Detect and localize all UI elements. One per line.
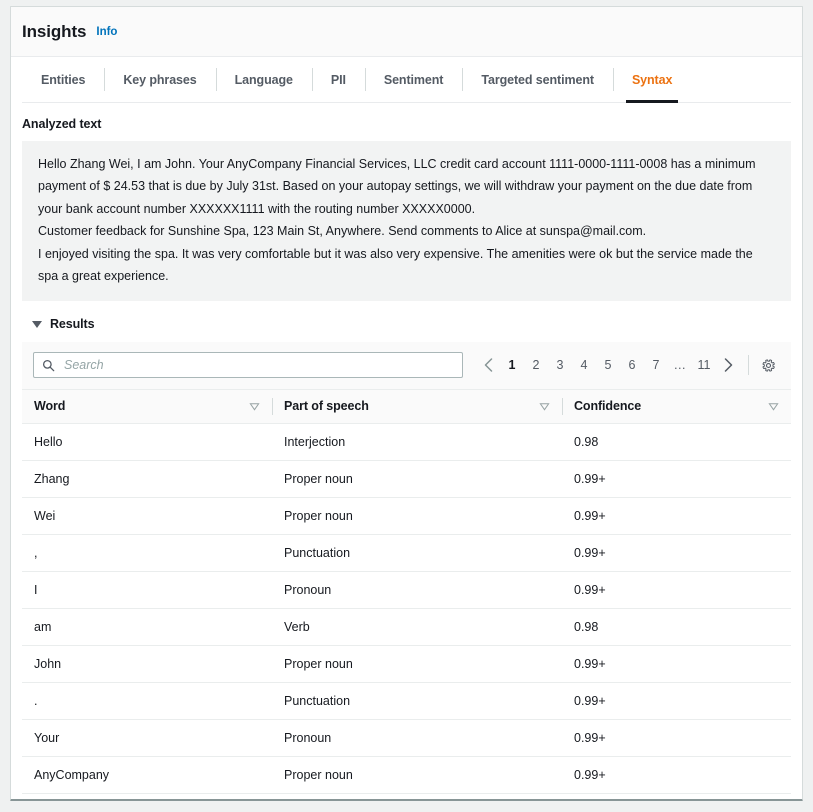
sort-descending-icon [539,401,550,412]
column-header-part-of-speech[interactable]: Part of speech [272,390,562,424]
tab-list: Entities Key phrases Language PII Sentim… [22,57,791,102]
panel-body: Analyzed text Hello Zhang Wei, I am John… [11,103,802,801]
pagination-page-11[interactable]: 11 [692,353,716,377]
column-header-confidence[interactable]: Confidence [562,390,791,424]
cell-part-of-speech: Pronoun [272,572,562,609]
table-header-row: Word Part of speech [22,390,791,424]
page-title: Insights [22,22,86,42]
cell-word: Wei [22,498,272,535]
table-toolbar: 1 2 3 4 5 6 7 … 11 [22,342,791,389]
cell-word: Zhang [22,461,272,498]
analyzed-text-paragraph: Hello Zhang Wei, I am John. Your AnyComp… [38,153,775,220]
table-row[interactable]: Zhang Proper noun 0.99+ [22,461,791,498]
tab-entities[interactable]: Entities [22,57,104,102]
pagination: 1 2 3 4 5 6 7 … 11 [476,353,780,377]
cell-part-of-speech: Punctuation [272,683,562,720]
syntax-results-table: Word Part of speech [22,389,791,794]
table-row[interactable]: , Punctuation 0.99+ [22,535,791,572]
analyzed-text-paragraph: Customer feedback for Sunshine Spa, 123 … [38,220,775,242]
analyzed-text-label: Analyzed text [22,117,791,131]
cell-word: I [22,572,272,609]
cell-confidence: 0.99+ [562,535,791,572]
table-row[interactable]: Wei Proper noun 0.99+ [22,498,791,535]
table-row[interactable]: am Verb 0.98 [22,609,791,646]
info-link[interactable]: Info [96,26,117,38]
pagination-ellipsis: … [668,353,692,377]
table-row[interactable]: John Proper noun 0.99+ [22,646,791,683]
cell-part-of-speech: Verb [272,609,562,646]
results-toggle[interactable]: Results [22,314,791,334]
cell-confidence: 0.99+ [562,683,791,720]
column-header-word-label: Word [34,399,65,413]
column-header-part-of-speech-label: Part of speech [284,399,369,413]
gear-icon [761,358,776,373]
analyzed-text-paragraph: I enjoyed visiting the spa. It was very … [38,243,775,288]
cell-confidence: 0.99+ [562,572,791,609]
sort-descending-icon [768,401,779,412]
cell-confidence: 0.99+ [562,646,791,683]
cell-confidence: 0.99+ [562,461,791,498]
cell-confidence: 0.99+ [562,498,791,535]
tab-syntax[interactable]: Syntax [613,57,691,102]
search-input[interactable] [62,357,454,373]
pagination-page-2[interactable]: 2 [524,353,548,377]
cell-confidence: 0.98 [562,609,791,646]
cell-word: Hello [22,424,272,461]
cell-word: Your [22,720,272,757]
tab-language[interactable]: Language [216,57,312,102]
cell-word: . [22,683,272,720]
chevron-left-icon [484,358,493,372]
cell-confidence: 0.99+ [562,720,791,757]
table-row[interactable]: Hello Interjection 0.98 [22,424,791,461]
tab-key-phrases[interactable]: Key phrases [104,57,215,102]
table-row[interactable]: AnyCompany Proper noun 0.99+ [22,757,791,794]
cell-word: AnyCompany [22,757,272,794]
cell-part-of-speech: Proper noun [272,646,562,683]
pagination-page-6[interactable]: 6 [620,353,644,377]
tab-sentiment[interactable]: Sentiment [365,57,463,102]
search-box[interactable] [33,352,463,378]
sort-descending-icon [249,401,260,412]
page-root: Insights Info Entities Key phrases Langu… [0,0,813,812]
insights-panel: Insights Info Entities Key phrases Langu… [10,6,803,801]
column-header-word[interactable]: Word [22,390,272,424]
table-row[interactable]: I Pronoun 0.99+ [22,572,791,609]
table-preferences-button[interactable] [756,353,780,377]
chevron-right-icon [724,358,733,372]
cell-confidence: 0.98 [562,424,791,461]
search-icon [42,359,55,372]
panel-header: Insights Info [11,7,802,57]
cell-word: John [22,646,272,683]
table-row[interactable]: . Punctuation 0.99+ [22,683,791,720]
cell-part-of-speech: Punctuation [272,535,562,572]
results-table-card: 1 2 3 4 5 6 7 … 11 [22,342,791,794]
cell-part-of-speech: Proper noun [272,757,562,794]
tab-targeted-sentiment[interactable]: Targeted sentiment [462,57,613,102]
cell-part-of-speech: Pronoun [272,720,562,757]
cell-part-of-speech: Proper noun [272,498,562,535]
pagination-prev-button[interactable] [476,353,500,377]
toolbar-divider [748,355,749,375]
cell-confidence: 0.99+ [562,757,791,794]
tabs-container: Entities Key phrases Language PII Sentim… [11,57,802,103]
results-title: Results [50,317,94,331]
table-head: Word Part of speech [22,390,791,424]
pagination-next-button[interactable] [716,353,740,377]
pagination-page-7[interactable]: 7 [644,353,668,377]
cell-word: , [22,535,272,572]
table-row[interactable]: Your Pronoun 0.99+ [22,720,791,757]
table-body: Hello Interjection 0.98 Zhang Proper nou… [22,424,791,794]
analyzed-text-box: Hello Zhang Wei, I am John. Your AnyComp… [22,141,791,301]
results-section: Results [22,314,791,794]
pagination-page-5[interactable]: 5 [596,353,620,377]
pagination-page-1[interactable]: 1 [500,353,524,377]
pagination-page-4[interactable]: 4 [572,353,596,377]
tab-pii[interactable]: PII [312,57,365,102]
cell-part-of-speech: Interjection [272,424,562,461]
cell-word: am [22,609,272,646]
column-header-confidence-label: Confidence [574,399,641,413]
caret-down-icon [32,321,42,328]
pagination-page-3[interactable]: 3 [548,353,572,377]
cell-part-of-speech: Proper noun [272,461,562,498]
